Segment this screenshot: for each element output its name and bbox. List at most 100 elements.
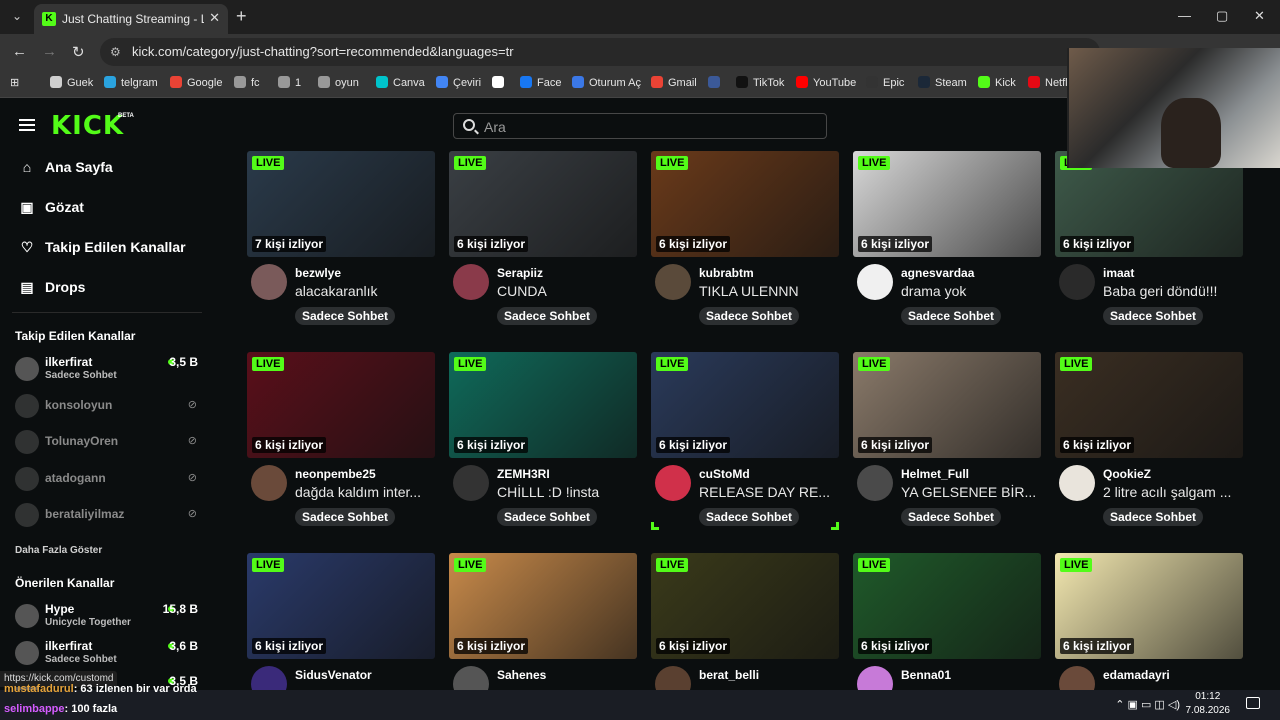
category-tag[interactable]: Sadece Sohbet [295, 307, 396, 325]
stream-title[interactable]: CHİLLL :D !insta [497, 484, 635, 500]
stream-thumbnail[interactable]: LIVE 6 kişi izliyor [651, 553, 839, 659]
kick-logo[interactable]: KICK [51, 111, 124, 141]
channel-name[interactable]: Sahenes [497, 668, 546, 682]
bookmark-item[interactable]: Epic [866, 76, 904, 89]
show-more-link[interactable]: Daha Fazla Göster [15, 545, 102, 556]
channel-avatar[interactable] [655, 666, 691, 690]
followed-channel[interactable]: atadogann ⊘ [15, 462, 200, 496]
stream-title[interactable]: RELEASE DAY RE... [699, 484, 837, 500]
followed-channel[interactable]: konsoloyun ⊘ [15, 389, 200, 423]
nav-drops[interactable]: ▤ Drops [18, 279, 85, 305]
stream-title[interactable]: dağda kaldım inter... [295, 484, 433, 500]
stream-thumbnail[interactable]: LIVE 6 kişi izliyor [247, 553, 435, 659]
maximize-icon[interactable]: ▢ [1216, 8, 1228, 24]
stream-card[interactable]: LIVE 6 kişi izliyor Helmet_Full YA GELSENEE… [853, 352, 1041, 537]
clock[interactable]: 01:12 7.08.2026 [1186, 690, 1231, 718]
bookmark-item[interactable]: 1 [278, 76, 301, 89]
bookmark-item[interactable]: Netfl [1028, 76, 1068, 89]
stream-title[interactable]: YA GELSENEE BİR... [901, 484, 1039, 500]
stream-card[interactable]: LIVE 6 kişi izliyor Sahenes [449, 553, 637, 690]
bookmark-item[interactable] [492, 76, 509, 89]
channel-name[interactable]: cuStoMd [699, 467, 750, 481]
bookmark-item[interactable]: Google [170, 76, 222, 89]
bookmark-item[interactable]: oyun [318, 76, 359, 89]
channel-name[interactable]: kubrabtm [699, 266, 754, 280]
stream-card[interactable]: LIVE6 kişi izliyorimaatBaba geri döndü!!… [1055, 151, 1243, 336]
stream-title[interactable]: CUNDA [497, 283, 635, 299]
channel-avatar[interactable] [251, 666, 287, 690]
stream-card[interactable]: LIVE 7 kişi izliyor bezwlye alacakaranlık Sa… [247, 151, 435, 336]
bookmark-item[interactable]: Kick [978, 76, 1016, 89]
menu-icon[interactable] [19, 119, 35, 131]
bookmark-item[interactable]: Gmail [651, 76, 697, 89]
category-tag[interactable]: Sadece Sohbet [699, 508, 800, 526]
stream-card[interactable]: LIVE 6 kişi izliyor kubrabtm TIKLA ULENNN Sa… [651, 151, 839, 336]
stream-thumbnail[interactable]: LIVE 6 kişi izliyor [247, 352, 435, 458]
stream-card[interactable]: LIVE 6 kişi izliyor neonpembe25 dağda kaldı… [247, 352, 435, 537]
channel-name[interactable]: neonpembe25 [295, 467, 376, 481]
category-tag[interactable]: Sadece Sohbet [1103, 508, 1204, 526]
stream-thumbnail[interactable]: LIVE 6 kişi izliyor [853, 151, 1041, 257]
browser-tab[interactable]: K Just Chatting Streaming - Live S ✕ [34, 4, 228, 34]
stream-title[interactable]: drama yok [901, 283, 1039, 299]
channel-name[interactable]: imaat [1103, 266, 1134, 280]
channel-avatar[interactable] [251, 465, 287, 501]
channel-name[interactable]: Helmet_Full [901, 467, 969, 481]
reload-icon[interactable]: ↻ [72, 43, 85, 61]
bookmark-item[interactable]: Guek [50, 76, 93, 89]
channel-avatar[interactable] [1059, 666, 1095, 690]
stream-title[interactable]: alacakaranlık [295, 283, 433, 299]
stream-thumbnail[interactable]: LIVE 6 kişi izliyor [853, 352, 1041, 458]
system-tray[interactable]: ⌃ ▣ ▭ ◫ ◁) [1115, 698, 1180, 711]
stream-card[interactable]: LIVE 6 kişi izliyor cuStoMd RELEASE DAY RE.… [651, 352, 839, 537]
back-icon[interactable]: ← [12, 43, 27, 60]
channel-name[interactable]: SidusVenator [295, 668, 372, 682]
new-tab-icon[interactable]: + [236, 6, 247, 27]
recommended-channel[interactable]: ilkerfirat Sadece Sohbet 3,6 B [15, 636, 200, 670]
channel-avatar[interactable] [857, 465, 893, 501]
category-tag[interactable]: Sadece Sohbet [497, 508, 598, 526]
category-tag[interactable]: Sadece Sohbet [901, 307, 1002, 325]
stream-card[interactable]: LIVE 6 kişi izliyor SidusVenator [247, 553, 435, 690]
channel-name[interactable]: QookieZ [1103, 467, 1151, 481]
minimize-icon[interactable]: — [1178, 8, 1191, 23]
bookmark-item[interactable]: Canva [376, 76, 425, 89]
stream-thumbnail[interactable]: LIVE 6 kişi izliyor [1055, 553, 1243, 659]
channel-avatar[interactable] [1059, 465, 1095, 501]
stream-card[interactable]: LIVE 6 kişi izliyor Serapiiz CUNDA Sadece So… [449, 151, 637, 336]
nav-browse[interactable]: ▣ Gözat [18, 199, 84, 225]
stream-thumbnail[interactable]: LIVE 6 kişi izliyor [853, 553, 1041, 659]
tab-close-icon[interactable]: ✕ [209, 10, 220, 26]
category-tag[interactable]: Sadece Sohbet [295, 508, 396, 526]
channel-avatar[interactable] [655, 465, 691, 501]
url-field[interactable]: ⚙ kick.com/category/just-chatting?sort=r… [100, 38, 1100, 66]
bookmark-item[interactable] [708, 76, 725, 89]
bookmark-item[interactable]: fc [234, 76, 260, 89]
channel-name[interactable]: Benna01 [901, 668, 951, 682]
stream-card[interactable]: LIVE 6 kişi izliyor Benna01 [853, 553, 1041, 690]
channel-name[interactable]: berat_belli [699, 668, 759, 682]
window-close-icon[interactable]: ✕ [1254, 8, 1265, 24]
channel-name[interactable]: ZEMH3RI [497, 467, 550, 481]
stream-card[interactable]: LIVE 6 kişi izliyor QookieZ 2 litre acılı ş… [1055, 352, 1243, 537]
channel-avatar[interactable] [453, 666, 489, 690]
stream-card[interactable]: LIVE 6 kişi izliyor agnesvardaa drama yok Sa… [853, 151, 1041, 336]
channel-name[interactable]: bezwlye [295, 266, 341, 280]
stream-title[interactable]: 2 litre acılı şalgam ... [1103, 484, 1241, 500]
stream-card[interactable]: LIVE 6 kişi izliyor berat_belli [651, 553, 839, 690]
tab-search-icon[interactable]: ⌄ [8, 9, 26, 25]
notification-icon[interactable] [1246, 697, 1260, 709]
recommended-channel[interactable]: Hype Unicycle Together 15,8 B [15, 599, 200, 633]
bookmark-item[interactable]: Çeviri [436, 76, 481, 89]
channel-avatar[interactable] [857, 666, 893, 690]
stream-title[interactable]: TIKLA ULENNN [699, 283, 837, 299]
category-tag[interactable]: Sadece Sohbet [699, 307, 800, 325]
category-tag[interactable]: Sadece Sohbet [497, 307, 598, 325]
nav-home[interactable]: ⌂ Ana Sayfa [18, 159, 113, 185]
stream-title[interactable]: Baba geri döndü!!! [1103, 283, 1241, 299]
channel-avatar[interactable] [453, 465, 489, 501]
stream-card[interactable]: LIVE 6 kişi izliyor edamadayri [1055, 553, 1243, 690]
channel-name[interactable]: agnesvardaa [901, 266, 974, 280]
bookmark-item[interactable]: Oturum Aç [572, 76, 641, 89]
stream-thumbnail[interactable]: LIVE 6 kişi izliyor [1055, 352, 1243, 458]
